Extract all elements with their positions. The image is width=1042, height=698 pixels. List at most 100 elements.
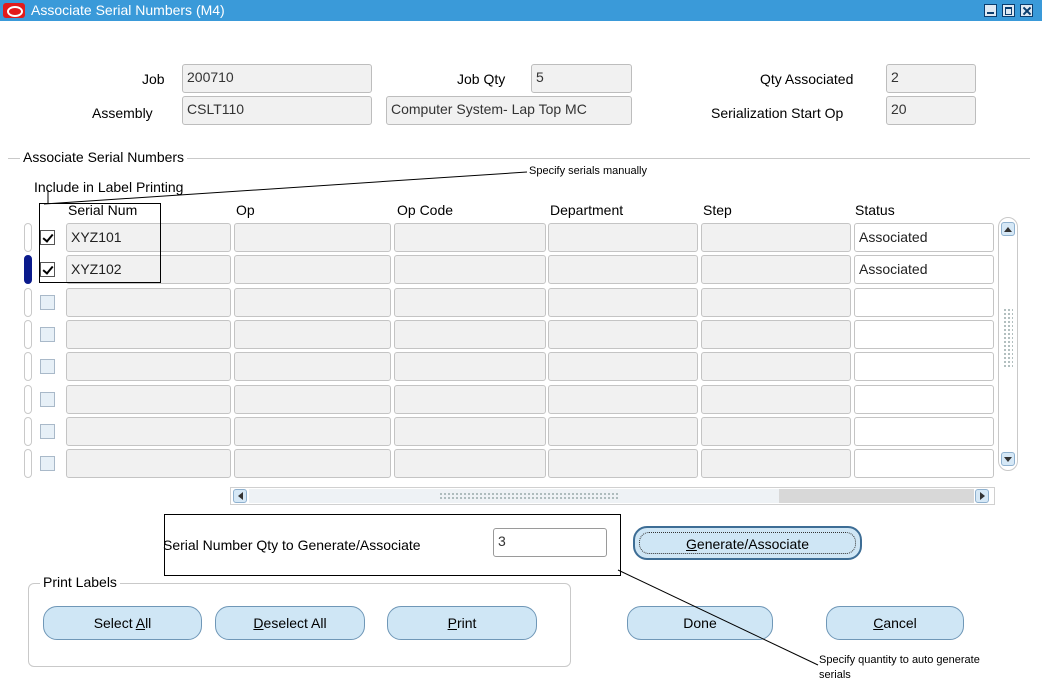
minimize-icon[interactable] [984, 4, 997, 17]
scrollbar-grip-icon [1003, 308, 1013, 368]
qty-associated-label: Qty Associated [760, 71, 854, 87]
include-in-label-printing-checkbox[interactable] [40, 456, 55, 472]
qty-associated-field[interactable]: 2 [886, 64, 976, 93]
scroll-left-icon[interactable] [233, 489, 247, 503]
serial-num-cell[interactable] [66, 352, 231, 382]
op-code-cell[interactable] [394, 352, 546, 382]
horizontal-scroll-thumb[interactable] [249, 489, 779, 503]
row-indicator[interactable] [24, 449, 32, 479]
department-cell[interactable] [548, 223, 698, 252]
done-button[interactable]: Done [627, 606, 773, 640]
cancel-button[interactable]: Cancel [826, 606, 964, 640]
select-all-button[interactable]: Select All [43, 606, 202, 640]
department-cell[interactable] [548, 287, 698, 317]
assembly-field[interactable]: CSLT110 [182, 96, 372, 125]
step-cell[interactable] [701, 255, 851, 285]
department-cell[interactable] [548, 416, 698, 446]
scroll-up-icon[interactable] [1001, 222, 1015, 236]
op-cell[interactable] [234, 416, 391, 446]
assembly-description-field[interactable]: Computer System- Lap Top MC [386, 96, 632, 125]
step-cell[interactable] [701, 449, 851, 479]
step-cell[interactable] [701, 223, 851, 252]
op-cell[interactable] [234, 352, 391, 382]
op-cell[interactable] [234, 384, 391, 414]
status-cell[interactable]: Associated [854, 223, 994, 252]
department-cell[interactable] [548, 384, 698, 414]
status-cell[interactable] [854, 287, 994, 317]
op-cell[interactable] [234, 449, 391, 479]
op-code-cell[interactable] [394, 416, 546, 446]
op-code-cell[interactable] [394, 319, 546, 349]
include-in-label-printing-checkbox[interactable] [40, 294, 55, 310]
job-label: Job [142, 71, 165, 87]
department-cell[interactable] [548, 449, 698, 479]
serial-num-cell[interactable] [66, 384, 231, 414]
include-in-label-printing-label: Include in Label Printing [34, 179, 184, 195]
horizontal-scroll-track[interactable] [779, 489, 974, 503]
op-cell[interactable] [234, 287, 391, 317]
step-cell[interactable] [701, 384, 851, 414]
auto-generate-highlight [164, 514, 621, 576]
job-qty-field[interactable]: 5 [531, 64, 632, 93]
manual-serials-note: Specify serials manually [527, 163, 775, 187]
row-indicator[interactable] [24, 287, 32, 317]
status-cell[interactable] [854, 416, 994, 446]
op-cell[interactable] [234, 319, 391, 349]
include-in-label-printing-checkbox[interactable] [40, 391, 55, 407]
status-cell[interactable] [854, 384, 994, 414]
window-title: Associate Serial Numbers (M4) [31, 2, 225, 18]
include-in-label-printing-checkbox[interactable] [40, 423, 55, 439]
job-qty-label: Job Qty [457, 71, 506, 87]
include-in-label-printing-checkbox[interactable] [40, 359, 55, 375]
horizontal-scrollbar[interactable] [230, 487, 995, 505]
serialization-start-op-label: Serialization Start Op [711, 105, 844, 121]
col-header-op: Op [236, 202, 255, 218]
op-cell[interactable] [234, 223, 391, 252]
job-field[interactable]: 200710 [182, 64, 372, 93]
scroll-right-icon[interactable] [975, 489, 989, 503]
op-code-cell[interactable] [394, 449, 546, 479]
row-indicator[interactable] [24, 319, 32, 349]
step-cell[interactable] [701, 352, 851, 382]
col-header-department: Department [550, 202, 624, 218]
row-indicator[interactable] [24, 352, 32, 382]
col-header-op-code: Op Code [397, 202, 454, 218]
step-cell[interactable] [701, 287, 851, 317]
serialization-start-op-field[interactable]: 20 [886, 96, 976, 125]
scroll-down-icon[interactable] [1001, 452, 1015, 466]
assembly-label: Assembly [92, 105, 153, 121]
auto-generate-note: Specify quantity to auto generate serial… [817, 652, 1003, 684]
step-cell[interactable] [701, 416, 851, 446]
deselect-all-button[interactable]: Deselect All [215, 606, 365, 640]
row-indicator[interactable] [24, 384, 32, 414]
department-cell[interactable] [548, 352, 698, 382]
serial-num-cell[interactable] [66, 449, 231, 479]
serial-num-cell[interactable] [66, 416, 231, 446]
print-button[interactable]: Print [387, 606, 537, 640]
include-in-label-printing-checkbox[interactable] [40, 326, 55, 342]
vertical-scrollbar[interactable] [998, 217, 1018, 471]
department-cell[interactable] [548, 319, 698, 349]
col-header-step: Step [703, 202, 732, 218]
status-cell[interactable]: Associated [854, 255, 994, 285]
department-cell[interactable] [548, 255, 698, 285]
print-labels-title: Print Labels [40, 574, 120, 590]
op-code-cell[interactable] [394, 287, 546, 317]
step-cell[interactable] [701, 319, 851, 349]
status-cell[interactable] [854, 352, 994, 382]
op-cell[interactable] [234, 255, 391, 285]
serial-num-cell[interactable] [66, 319, 231, 349]
row-indicator[interactable] [24, 416, 32, 446]
generate-associate-button[interactable]: Generate/Associate [633, 526, 862, 560]
op-code-cell[interactable] [394, 255, 546, 285]
row-indicator[interactable] [24, 255, 32, 285]
close-icon[interactable] [1020, 4, 1033, 17]
title-bar: Associate Serial Numbers (M4) [0, 0, 1042, 21]
status-cell[interactable] [854, 319, 994, 349]
row-indicator[interactable] [24, 223, 32, 252]
op-code-cell[interactable] [394, 384, 546, 414]
serial-num-cell[interactable] [66, 287, 231, 317]
maximize-icon[interactable] [1002, 4, 1015, 17]
status-cell[interactable] [854, 449, 994, 479]
op-code-cell[interactable] [394, 223, 546, 252]
